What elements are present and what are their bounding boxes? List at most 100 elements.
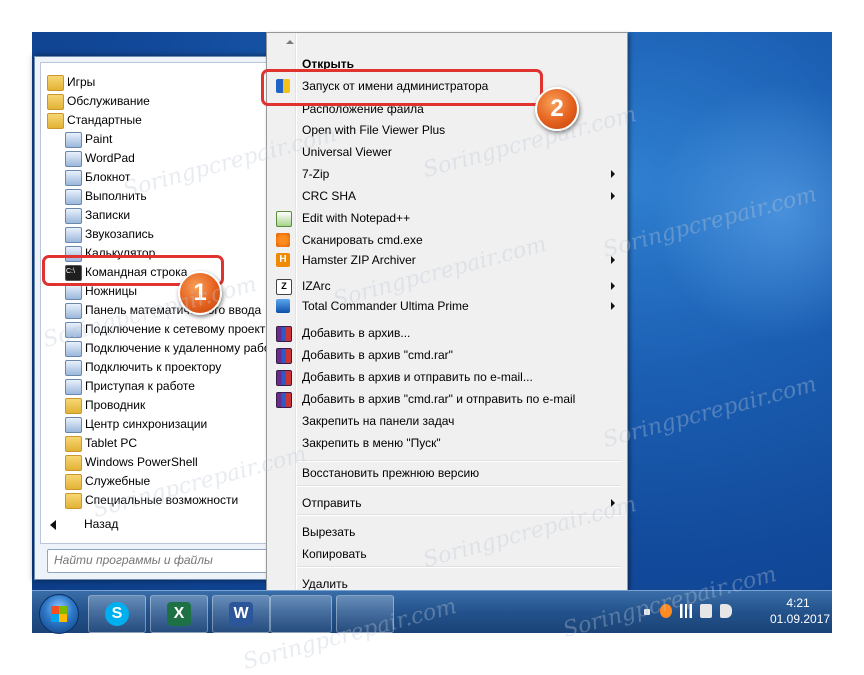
- program-item-label: Блокнот: [85, 170, 131, 184]
- avast-tray-icon[interactable]: [660, 604, 672, 618]
- callout-badge-2: 2: [535, 87, 579, 131]
- menu-item-label: Копировать: [302, 547, 367, 561]
- menu-separator: [297, 485, 621, 487]
- program-item-label: Windows PowerShell: [85, 455, 198, 469]
- winrar-icon: [276, 392, 292, 408]
- clock[interactable]: 4:21 01.09.2017: [770, 595, 831, 627]
- menu-scroll-up-arrow-icon[interactable]: [286, 40, 294, 44]
- program-item[interactable]: Подключение к сетевому проект: [41, 320, 273, 339]
- menu-item[interactable]: Добавить в архив "cmd.rar": [269, 345, 623, 365]
- program-item[interactable]: Обслуживание: [41, 92, 273, 111]
- taskbar-button-app[interactable]: [336, 595, 394, 633]
- program-item[interactable]: Игры: [41, 73, 273, 92]
- program-item[interactable]: Paint: [41, 130, 273, 149]
- menu-item[interactable]: 7-Zip: [269, 164, 623, 184]
- submenu-arrow-icon: [611, 192, 615, 200]
- menu-item[interactable]: Edit with Notepad++: [269, 208, 623, 228]
- program-item[interactable]: Приступая к работе: [41, 377, 273, 396]
- clock-date: 01.09.2017: [770, 612, 831, 626]
- menu-item[interactable]: Восстановить прежнюю версию: [269, 463, 623, 483]
- program-item[interactable]: Tablet PC: [41, 434, 273, 453]
- windows-logo-icon-lower: [51, 614, 67, 622]
- menu-item-label: Добавить в архив "cmd.rar" и отправить п…: [302, 392, 576, 406]
- program-item-label: Стандартные: [67, 113, 142, 127]
- program-item[interactable]: Подключение к удаленному рабо: [41, 339, 273, 358]
- program-item[interactable]: Windows PowerShell: [41, 453, 273, 472]
- run-icon: [65, 189, 82, 205]
- menu-item-label: Hamster ZIP Archiver: [302, 253, 416, 267]
- menu-item[interactable]: H Hamster ZIP Archiver: [269, 250, 623, 270]
- menu-item-label: 7-Zip: [302, 167, 330, 181]
- volume-icon[interactable]: [720, 604, 732, 618]
- program-item[interactable]: Блокнот: [41, 168, 273, 187]
- menu-item-label: Edit with Notepad++: [302, 211, 411, 225]
- program-item[interactable]: Стандартные: [41, 111, 273, 130]
- program-item-label: Подключить к проектору: [85, 360, 222, 374]
- menu-item[interactable]: Добавить в архив и отправить по e-mail..…: [269, 367, 623, 387]
- submenu-arrow-icon: [611, 499, 615, 507]
- program-item-label: Звукозапись: [85, 227, 154, 241]
- tray-expand-icon[interactable]: [644, 609, 650, 615]
- folder-icon: [47, 113, 64, 129]
- clock-time: 4:21: [786, 596, 810, 610]
- back-arrow-icon: [50, 520, 56, 530]
- menu-item[interactable]: Копировать: [269, 544, 623, 564]
- menu-separator: [297, 514, 621, 516]
- search-input[interactable]: [48, 550, 260, 570]
- sticky-notes-icon: [65, 208, 82, 224]
- submenu-arrow-icon: [611, 256, 615, 264]
- program-item[interactable]: Подключить к проектору: [41, 358, 273, 377]
- submenu-arrow-icon: [611, 282, 615, 290]
- menu-item-label: Закрепить на панели задач: [302, 414, 455, 428]
- taskbar-pinned-button[interactable]: X: [150, 595, 208, 633]
- menu-item[interactable]: Отправить: [269, 493, 623, 513]
- program-item-label: Paint: [85, 132, 113, 146]
- program-item[interactable]: Записки: [41, 206, 273, 225]
- network-icon[interactable]: [680, 604, 692, 618]
- menu-item[interactable]: Z IZArc: [269, 276, 623, 296]
- menu-item[interactable]: Total Commander Ultima Prime: [269, 296, 623, 316]
- folder-icon: [65, 474, 82, 490]
- total-commander-icon: [276, 299, 290, 313]
- start-button[interactable]: [39, 594, 79, 634]
- menu-item-label: Добавить в архив...: [302, 326, 411, 340]
- menu-item[interactable]: Закрепить в меню "Пуск": [269, 433, 623, 453]
- program-item[interactable]: Центр синхронизации: [41, 415, 273, 434]
- taskbar: S X W 4:21 01.09.2017: [32, 590, 832, 634]
- menu-item[interactable]: Сканировать cmd.exe: [269, 230, 623, 250]
- program-item[interactable]: Специальные возможности: [41, 491, 273, 510]
- taskbar-pinned-button[interactable]: W: [212, 595, 270, 633]
- menu-item-label: CRC SHA: [302, 189, 357, 203]
- menu-item[interactable]: Добавить в архив...: [269, 323, 623, 343]
- menu-item[interactable]: Закрепить на панели задач: [269, 411, 623, 431]
- menu-item[interactable]: CRC SHA: [269, 186, 623, 206]
- program-item[interactable]: Служебные: [41, 472, 273, 491]
- winrar-icon: [276, 370, 292, 386]
- flag-action-center-icon[interactable]: [700, 604, 712, 618]
- program-item-label: Проводник: [85, 398, 146, 412]
- menu-item[interactable]: Universal Viewer: [269, 142, 623, 162]
- back-button[interactable]: Назад: [40, 514, 265, 534]
- taskbar-button-cmd[interactable]: [270, 595, 332, 633]
- program-item[interactable]: Панель математического ввода: [41, 301, 273, 320]
- program-item-label: Подключение к сетевому проект: [85, 322, 266, 336]
- math-input-icon: [65, 303, 82, 319]
- search-box[interactable]: [47, 549, 269, 573]
- program-item-label: Обслуживание: [67, 94, 150, 108]
- taskbar-pinned-button[interactable]: S: [88, 595, 146, 633]
- winrar-icon: [276, 326, 292, 342]
- sound-recorder-icon: [65, 227, 82, 243]
- excel-icon: X: [167, 602, 191, 626]
- menu-item[interactable]: Добавить в архив "cmd.rar" и отправить п…: [269, 389, 623, 409]
- menu-item-label: Закрепить в меню "Пуск": [302, 436, 441, 450]
- folder-icon: [47, 75, 64, 91]
- program-item[interactable]: Звукозапись: [41, 225, 273, 244]
- program-item[interactable]: Проводник: [41, 396, 273, 415]
- folder-icon: [47, 94, 64, 110]
- program-item[interactable]: WordPad: [41, 149, 273, 168]
- program-item-label: WordPad: [85, 151, 135, 165]
- menu-item[interactable]: Вырезать: [269, 522, 623, 542]
- program-item[interactable]: Выполнить: [41, 187, 273, 206]
- izarc-icon: Z: [276, 279, 292, 295]
- avast-icon: [276, 233, 290, 247]
